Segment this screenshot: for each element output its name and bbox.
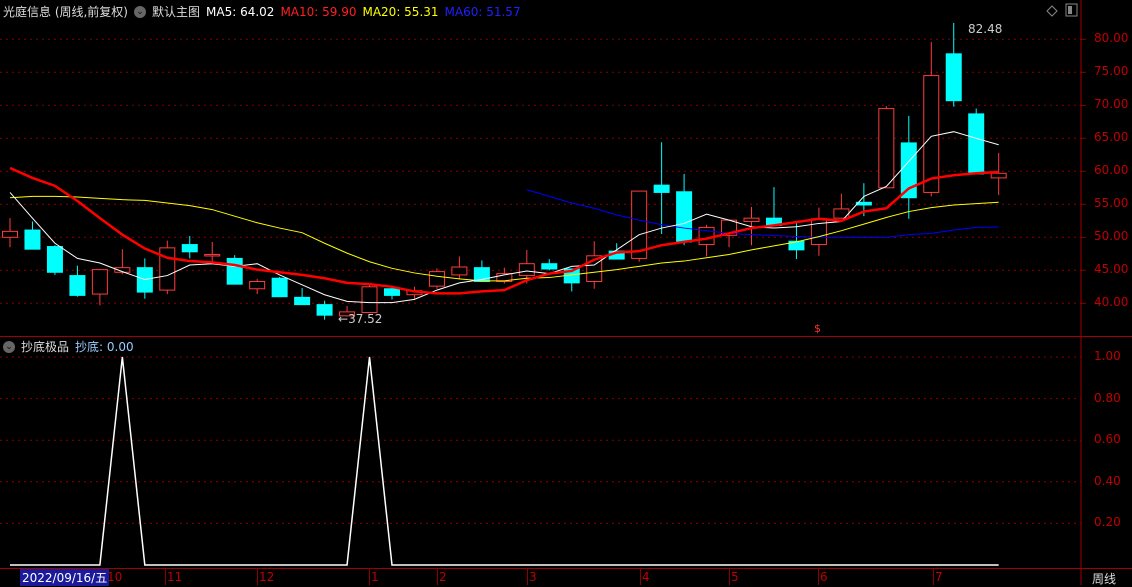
candle-down bbox=[653, 184, 670, 193]
candle-up bbox=[159, 247, 176, 291]
indicator-tick-label: 1.00 bbox=[1094, 349, 1121, 363]
indicator-tick-label: 0.20 bbox=[1094, 515, 1121, 530]
ma20-value: MA20: 55.31 bbox=[362, 4, 439, 19]
indicator-value: 抄底: 0.00 bbox=[75, 340, 134, 354]
ma10-value: MA10: 59.90 bbox=[280, 4, 357, 19]
candle-up bbox=[518, 263, 535, 277]
main-chart-header: 光庭信息 (周线,前复权) ⌄ 默认主图 MA5: 64.02 MA10: 59… bbox=[3, 3, 521, 20]
candle-up bbox=[451, 266, 468, 276]
candle-up bbox=[743, 217, 760, 222]
indicator-name[interactable]: 抄底极品 bbox=[21, 338, 69, 355]
candle-down bbox=[294, 296, 311, 306]
price-tick-label: 40.00 bbox=[1094, 295, 1129, 310]
time-tick-label: 3 bbox=[529, 570, 537, 584]
candle-up bbox=[428, 271, 445, 287]
candle-up bbox=[990, 172, 1007, 179]
time-tick-label: 4 bbox=[642, 570, 650, 584]
time-tick-label: 2 bbox=[439, 570, 447, 584]
candle-up bbox=[833, 208, 850, 219]
time-tick-label: 1 bbox=[371, 570, 379, 584]
indicator-tick-label: 0.60 bbox=[1094, 432, 1121, 447]
price-tick-label: 70.00 bbox=[1094, 97, 1129, 112]
frequency-label[interactable]: 周线 bbox=[1092, 570, 1116, 587]
indicator-tick-label: 0.40 bbox=[1094, 473, 1121, 488]
ma60-line bbox=[526, 189, 999, 238]
indicator-line bbox=[10, 356, 999, 566]
stock-title: 光庭信息 (周线,前复权) bbox=[3, 5, 128, 19]
price-tick-label: 75.00 bbox=[1094, 64, 1129, 79]
price-tick-label: 80.00 bbox=[1094, 31, 1129, 46]
candle-up bbox=[204, 253, 221, 257]
selected-date: 2022/09/16/五 bbox=[20, 569, 110, 586]
chevron-down-icon[interactable]: ⌄ bbox=[3, 340, 15, 353]
time-tick-label: 10 bbox=[107, 570, 123, 584]
price-tick-label: 55.00 bbox=[1094, 196, 1129, 211]
low-annotation: ←37.52 bbox=[338, 312, 383, 326]
candle-down bbox=[968, 113, 985, 175]
ma60-value: MA60: 51.57 bbox=[444, 4, 521, 19]
time-tick-label: 5 bbox=[731, 570, 739, 584]
diamond-icon[interactable] bbox=[1046, 5, 1058, 17]
candle-down bbox=[69, 275, 86, 296]
candle-down bbox=[24, 229, 41, 250]
price-tick-label: 45.00 bbox=[1094, 262, 1129, 277]
candle-down bbox=[271, 277, 288, 298]
panel-toggle-icon-fill bbox=[1068, 6, 1072, 14]
candle-up bbox=[361, 286, 378, 314]
gridlines bbox=[0, 38, 1086, 585]
signal-marker: $ bbox=[814, 322, 821, 335]
ma5-value: MA5: 64.02 bbox=[206, 4, 275, 19]
price-tick-label: 50.00 bbox=[1094, 229, 1129, 244]
time-tick-label: 7 bbox=[935, 570, 943, 584]
indicator-header: ⌄ 抄底极品 抄底: 0.00 bbox=[3, 338, 134, 355]
candle-down bbox=[46, 246, 63, 273]
high-annotation: 82.48 bbox=[968, 22, 1002, 36]
chevron-down-icon[interactable]: ⌄ bbox=[134, 5, 146, 18]
template-selector[interactable]: 默认主图 bbox=[152, 3, 200, 20]
candle-up bbox=[249, 281, 266, 290]
candle-up bbox=[631, 190, 648, 259]
high-value: 82.48 bbox=[968, 22, 1003, 36]
candle-down bbox=[945, 53, 962, 102]
candle-down bbox=[316, 304, 333, 316]
time-tick-label: 12 bbox=[259, 570, 275, 584]
time-tick-label: 11 bbox=[167, 570, 183, 584]
candle-up bbox=[2, 230, 18, 238]
indicator-tick-label: 0.80 bbox=[1094, 390, 1121, 405]
candle-down bbox=[541, 263, 558, 270]
price-tick-label: 65.00 bbox=[1094, 130, 1129, 145]
candle-down bbox=[383, 288, 400, 296]
candle-up bbox=[91, 269, 108, 295]
chart-canvas[interactable] bbox=[0, 0, 1132, 585]
candle-down bbox=[226, 257, 243, 285]
time-tick-label: 6 bbox=[820, 570, 828, 584]
candle-up bbox=[878, 108, 895, 189]
candle-down bbox=[676, 191, 693, 243]
indicator-series bbox=[10, 356, 999, 566]
low-value: 37.52 bbox=[348, 312, 383, 326]
price-tick-label: 60.00 bbox=[1094, 163, 1129, 178]
candle-up bbox=[923, 75, 940, 193]
candle-down bbox=[181, 244, 198, 253]
